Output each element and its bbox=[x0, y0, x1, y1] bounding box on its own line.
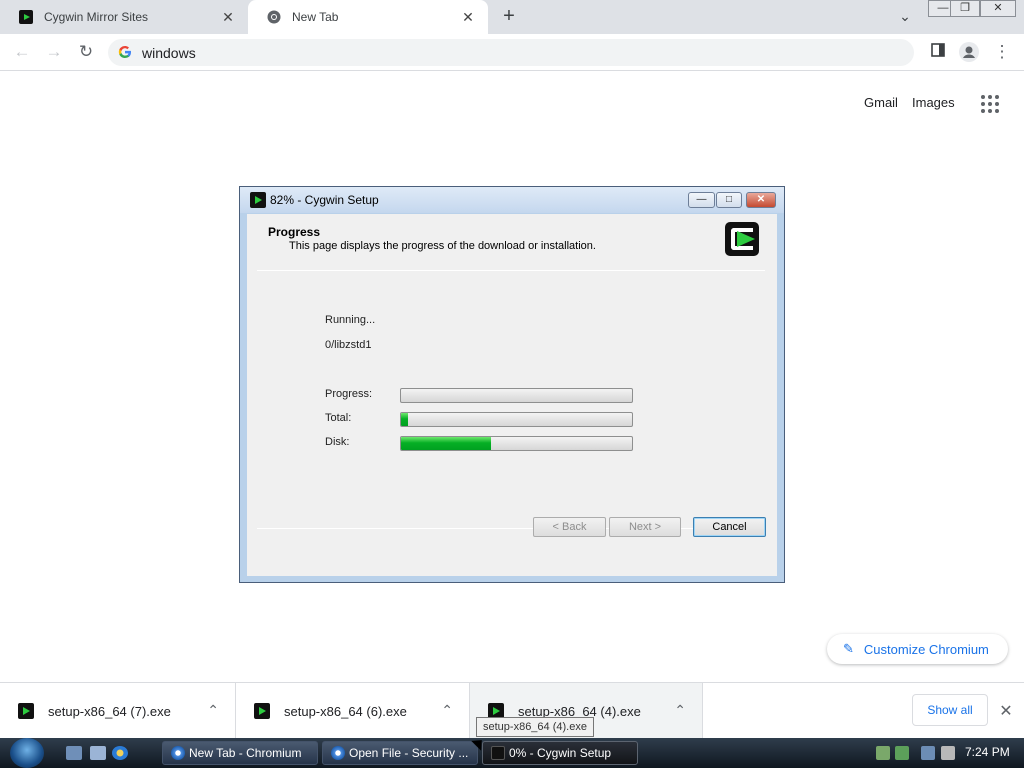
tab-close-icon[interactable]: ✕ bbox=[460, 9, 476, 25]
profile-avatar-icon[interactable] bbox=[959, 42, 979, 62]
taskbar-task-cygwin-setup[interactable]: 0% - Cygwin Setup bbox=[482, 741, 638, 765]
apps-grid-icon[interactable] bbox=[981, 95, 999, 113]
tab-title: New Tab bbox=[292, 10, 339, 24]
taskbar-task-open-file[interactable]: Open File - Security ... bbox=[322, 741, 478, 765]
switch-windows-icon[interactable] bbox=[90, 746, 106, 760]
chromium-icon bbox=[331, 746, 345, 760]
download-filename: setup-x86_64 (6).exe bbox=[284, 703, 407, 719]
download-item[interactable]: setup-x86_64 (7).exe ⌃ bbox=[0, 683, 236, 739]
gmail-link[interactable]: Gmail bbox=[864, 95, 898, 110]
address-text: windows bbox=[142, 44, 196, 61]
download-item[interactable]: setup-x86_64 (6).exe ⌃ bbox=[236, 683, 470, 739]
chevron-up-icon[interactable]: ⌃ bbox=[441, 702, 453, 719]
taskbar-task-chromium[interactable]: New Tab - Chromium bbox=[162, 741, 318, 765]
page-header-description: This page displays the progress of the d… bbox=[289, 240, 596, 252]
customize-label: Customize Chromium bbox=[863, 641, 989, 657]
exe-file-icon bbox=[254, 703, 270, 719]
page-header-title: Progress bbox=[268, 225, 321, 239]
footer-separator bbox=[257, 528, 765, 529]
back-button[interactable]: < Back bbox=[533, 517, 606, 537]
images-link[interactable]: Images bbox=[912, 95, 955, 110]
task-label: Open File - Security ... bbox=[349, 746, 469, 760]
cygwin-app-icon bbox=[250, 192, 266, 208]
internet-explorer-icon[interactable] bbox=[112, 746, 128, 760]
exe-file-icon bbox=[18, 703, 34, 719]
disk-usage-fill bbox=[401, 437, 492, 450]
cygwin-app-icon bbox=[491, 746, 505, 760]
dialog-close-button[interactable]: ✕ bbox=[746, 192, 776, 208]
header-separator bbox=[257, 270, 765, 271]
chromium-favicon-icon bbox=[266, 9, 282, 25]
dialog-maximize-button[interactable]: □ bbox=[716, 192, 742, 208]
tray-monitor-icon[interactable] bbox=[921, 746, 935, 760]
pencil-icon: ✎ bbox=[843, 641, 854, 656]
browser-menu-icon[interactable]: ⋮ bbox=[992, 42, 1012, 62]
tray-app-icon[interactable] bbox=[895, 746, 909, 760]
cygwin-favicon-icon bbox=[18, 9, 34, 25]
progress-label: Progress: bbox=[325, 388, 373, 400]
show-all-downloads-button[interactable]: Show all bbox=[912, 694, 988, 726]
total-progress-fill bbox=[401, 413, 408, 426]
cancel-button[interactable]: Cancel bbox=[693, 517, 766, 537]
dialog-title: 82% - Cygwin Setup bbox=[270, 193, 379, 207]
task-label: New Tab - Chromium bbox=[189, 746, 302, 760]
window-restore-button[interactable]: ❐ bbox=[950, 0, 980, 17]
browser-toolbar: ← → ↻ windows ⋮ bbox=[0, 34, 1024, 71]
tab-close-icon[interactable]: ✕ bbox=[220, 9, 236, 25]
show-desktop-icon[interactable] bbox=[66, 746, 82, 760]
back-icon[interactable]: ← bbox=[12, 42, 32, 62]
chevron-up-icon[interactable]: ⌃ bbox=[674, 702, 686, 719]
tab-strip: Cygwin Mirror Sites ✕ New Tab ✕ + ⌄ — ❐ … bbox=[0, 0, 1024, 34]
customize-chromium-button[interactable]: ✎ Customize Chromium bbox=[827, 634, 1008, 664]
start-button[interactable] bbox=[10, 738, 44, 768]
reload-icon[interactable]: ↻ bbox=[76, 42, 96, 62]
tab-new-tab[interactable]: New Tab ✕ bbox=[248, 0, 488, 34]
windows-taskbar: New Tab - Chromium Open File - Security … bbox=[0, 738, 1024, 768]
close-shelf-icon[interactable]: ✕ bbox=[997, 701, 1015, 720]
total-label: Total: bbox=[325, 412, 352, 424]
dialog-minimize-button[interactable]: — bbox=[688, 192, 715, 208]
tray-volume-muted-icon[interactable] bbox=[941, 746, 955, 760]
download-tooltip: setup-x86_64 (4).exe bbox=[476, 717, 594, 737]
total-progress-bar bbox=[400, 412, 633, 427]
cygwin-logo-icon bbox=[725, 222, 759, 256]
disk-usage-bar bbox=[400, 436, 633, 451]
tab-search-icon[interactable]: ⌄ bbox=[896, 8, 914, 26]
disk-label: Disk: bbox=[325, 436, 350, 448]
chevron-up-icon[interactable]: ⌃ bbox=[207, 702, 219, 719]
new-tab-button[interactable]: + bbox=[499, 6, 519, 26]
side-panel-icon[interactable] bbox=[928, 42, 948, 62]
chromium-icon bbox=[171, 746, 185, 760]
google-icon bbox=[118, 45, 134, 61]
progress-bar bbox=[400, 388, 633, 403]
forward-icon[interactable]: → bbox=[44, 42, 64, 62]
taskbar-clock[interactable]: 7:24 PM bbox=[965, 745, 1010, 759]
address-bar[interactable]: windows bbox=[108, 39, 914, 66]
window-close-button[interactable]: ✕ bbox=[980, 0, 1016, 17]
download-filename: setup-x86_64 (7).exe bbox=[48, 703, 171, 719]
status-text: Running... bbox=[325, 314, 376, 326]
tab-cygwin-mirror-sites[interactable]: Cygwin Mirror Sites ✕ bbox=[0, 0, 248, 34]
current-item-text: 0/libzstd1 bbox=[325, 339, 372, 351]
tab-title: Cygwin Mirror Sites bbox=[44, 10, 149, 24]
next-button[interactable]: Next > bbox=[609, 517, 681, 537]
tray-network-icon[interactable] bbox=[876, 746, 890, 760]
task-label: 0% - Cygwin Setup bbox=[509, 746, 612, 760]
